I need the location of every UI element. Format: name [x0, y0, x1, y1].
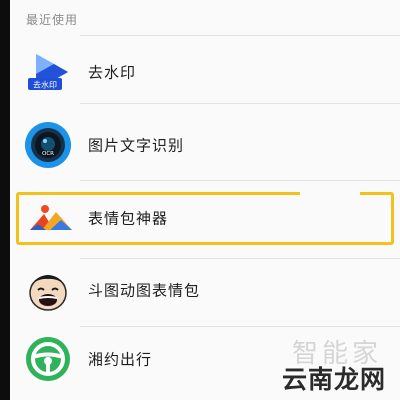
highlight-box — [16, 192, 394, 245]
app-row-ocr[interactable]: OCR 图片文字识别 — [10, 117, 400, 173]
app-label: 湘约出行 — [88, 350, 153, 369]
steering-wheel-icon — [24, 335, 72, 383]
section-title: 最近使用 — [26, 13, 79, 27]
app-label: 斗图动图表情包 — [88, 281, 201, 300]
app-label: 图片文字识别 — [88, 136, 185, 155]
phone-screen: 最近使用 去水印 去水印 OCR 图片文字识别 表情包神器 斗图动图表情包 湘约… — [0, 0, 400, 400]
divider — [80, 258, 400, 259]
app-label: 去水印 — [88, 63, 137, 82]
recent-apps-panel: 最近使用 去水印 去水印 OCR 图片文字识别 表情包神器 斗图动图表情包 湘约… — [10, 0, 400, 400]
laughing-face-icon — [24, 266, 72, 314]
divider — [80, 180, 400, 181]
site-watermark: 云南龙网 — [281, 365, 386, 394]
watermark-remove-play-icon: 去水印 — [24, 48, 72, 96]
ocr-camera-lens-icon: OCR — [24, 121, 72, 169]
divider — [80, 35, 400, 36]
svg-text:OCR: OCR — [42, 151, 54, 157]
phone-bezel — [0, 0, 10, 400]
app-row-remove-watermark[interactable]: 去水印 去水印 — [10, 44, 400, 100]
divider — [80, 326, 400, 327]
highlight-gap — [300, 191, 360, 196]
app-row-animated-stickers[interactable]: 斗图动图表情包 — [10, 262, 400, 318]
divider — [80, 103, 400, 104]
svg-text:去水印: 去水印 — [33, 80, 57, 90]
